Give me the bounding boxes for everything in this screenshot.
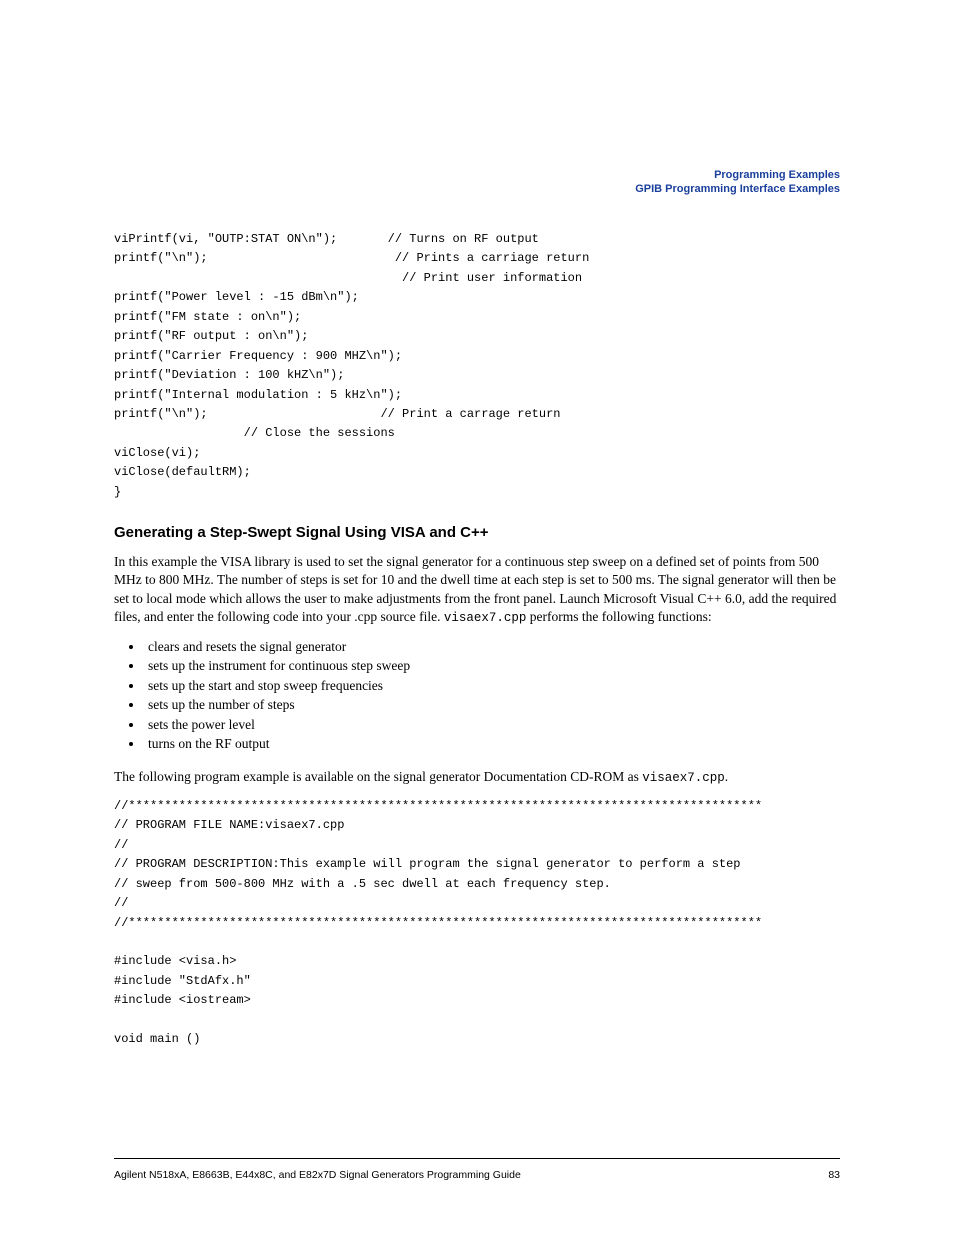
list-item: turns on the RF output [144, 734, 840, 754]
list-item: clears and resets the signal generator [144, 637, 840, 657]
inline-code: visaex7.cpp [444, 611, 527, 625]
code-block-top: viPrintf(vi, "OUTP:STAT ON\n"); // Turns… [114, 230, 840, 502]
list-item: sets up the start and stop sweep frequen… [144, 676, 840, 696]
list-item: sets up the number of steps [144, 695, 840, 715]
cdrom-paragraph: The following program example is availab… [114, 768, 840, 787]
inline-code: visaex7.cpp [642, 771, 725, 785]
footer-page-number: 83 [828, 1169, 840, 1181]
list-item: sets the power level [144, 715, 840, 735]
page-container: Programming Examples GPIB Programming In… [0, 0, 954, 1235]
paragraph-text: The following program example is availab… [114, 769, 642, 784]
header-subtitle: GPIB Programming Interface Examples [635, 182, 840, 196]
page-footer: Agilent N518xA, E8663B, E44x8C, and E82x… [114, 1158, 840, 1181]
code-block-bottom: //**************************************… [114, 797, 840, 1050]
function-list: clears and resets the signal generator s… [114, 637, 840, 754]
header-title: Programming Examples [635, 168, 840, 182]
section-heading: Generating a Step-Swept Signal Using VIS… [114, 524, 840, 541]
paragraph-text-end: . [725, 769, 728, 784]
footer-guide-title: Agilent N518xA, E8663B, E44x8C, and E82x… [114, 1169, 521, 1181]
list-item: sets up the instrument for continuous st… [144, 656, 840, 676]
intro-paragraph: In this example the VISA library is used… [114, 553, 840, 627]
page-header: Programming Examples GPIB Programming In… [635, 168, 840, 197]
paragraph-text-end: performs the following functions: [526, 609, 711, 624]
